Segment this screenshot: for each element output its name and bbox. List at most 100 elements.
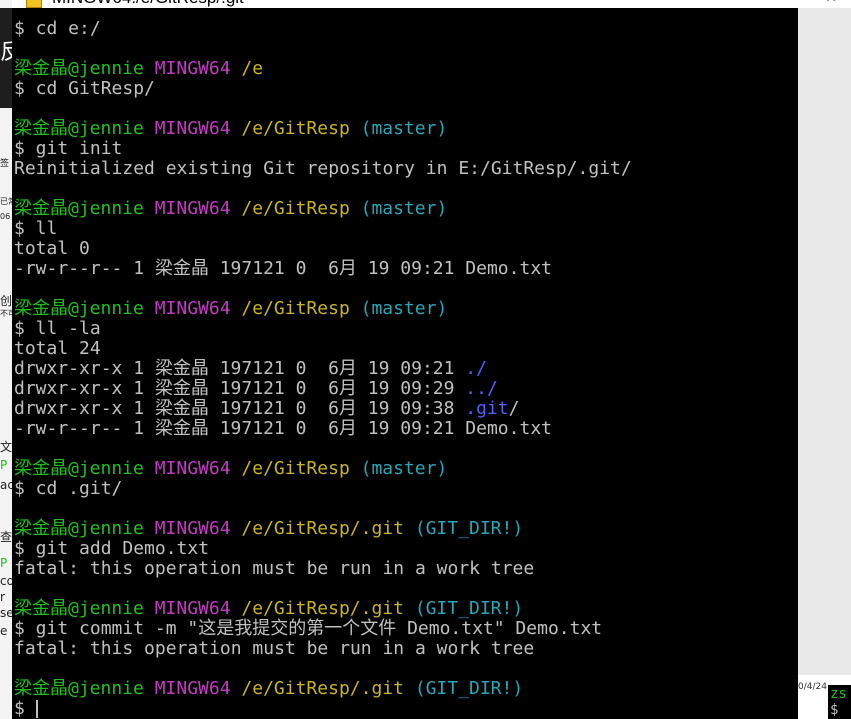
- background-fragment: r: [0, 590, 5, 604]
- prompt-line: 梁金晶@jennie MINGW64 /e/GitResp (master): [14, 119, 447, 139]
- listing-line: drwxr-xr-x 1 梁金晶 197121 0 6月 19 09:38 .g…: [14, 399, 520, 419]
- prompt-host: MINGW64: [154, 678, 231, 699]
- background-fragment: 不可: [0, 309, 12, 318]
- prompt-host: MINGW64: [154, 598, 231, 619]
- output-line: -rw-r--r-- 1 梁金晶 197121 0 6月 19 09:21 De…: [14, 259, 552, 279]
- text-cursor[interactable]: [35, 700, 38, 718]
- prompt-path: /e/GitResp: [241, 118, 350, 139]
- output-text: Reinitialized existing Git repository in…: [14, 158, 632, 179]
- background-fragment: P: [0, 458, 8, 472]
- prompt-user: 梁金晶@jennie: [14, 118, 144, 139]
- background-terminal: zs $: [828, 685, 851, 719]
- directory-name: ../: [465, 378, 498, 399]
- background-fragment: co: [0, 574, 12, 588]
- background-fragment: 文件: [0, 440, 12, 454]
- prompt-user: 梁金晶@jennie: [14, 458, 144, 479]
- prompt-branch: (GIT_DIR!): [414, 518, 524, 539]
- background-fragment: 已常: [0, 197, 12, 206]
- terminal-title-bar[interactable]: MINGW64:/e/GitResp/.git — ✕: [12, 0, 851, 8]
- background-window-right: 0/4/24 zs $: [798, 675, 851, 719]
- directory-name: .git: [465, 398, 509, 419]
- command-text: $ git init: [14, 138, 123, 159]
- output-text: -rw-r--r-- 1 梁金晶 197121 0 6月 19 09:21 De…: [14, 258, 552, 279]
- prompt-branch: (master): [360, 458, 448, 479]
- output-line: Reinitialized existing Git repository in…: [14, 159, 632, 179]
- listing-line: drwxr-xr-x 1 梁金晶 197121 0 6月 19 09:21 ./: [14, 359, 487, 379]
- prompt-line: 梁金晶@jennie MINGW64 /e/GitResp (master): [14, 199, 447, 219]
- prompt-path: /e: [241, 58, 264, 79]
- prompt-line: 梁金晶@jennie MINGW64 /e/GitResp/.git (GIT_…: [14, 679, 523, 699]
- input-prompt: $: [14, 698, 36, 719]
- prompt-branch: (GIT_DIR!): [414, 598, 524, 619]
- background-window-left: 反 签 已常 06 创建 不可 文件 P ac 查存 P co r se e: [0, 0, 12, 719]
- prompt-path: /e/GitResp: [241, 458, 350, 479]
- background-terminal-line: zs: [830, 686, 847, 702]
- command-line: $ git commit -m "这是我提交的第一个文件 Demo.txt" D…: [14, 619, 602, 639]
- background-fragment: ac: [0, 478, 12, 492]
- command-line: $ git init: [14, 139, 122, 159]
- prompt-user: 梁金晶@jennie: [14, 678, 144, 699]
- command-line: $ git add Demo.txt: [14, 539, 209, 559]
- prompt-path: /e/GitResp/.git: [241, 518, 404, 539]
- command-text: $ cd e:/: [14, 18, 101, 39]
- background-date: 0/4/24: [798, 682, 827, 692]
- output-text: fatal: this operation must be run in a w…: [14, 638, 535, 659]
- command-line: $ cd GitResp/: [14, 79, 155, 99]
- prompt-path: /e/GitResp/.git: [241, 598, 404, 619]
- command-text: $ cd .git/: [14, 478, 123, 499]
- minimize-button[interactable]: —: [762, 0, 808, 8]
- background-fragment: se: [0, 606, 12, 620]
- command-text: $ ll -la: [14, 318, 101, 339]
- background-fragment: 06: [0, 212, 11, 221]
- prompt-branch: (master): [360, 118, 448, 139]
- output-text: fatal: this operation must be run in a w…: [14, 558, 535, 579]
- listing-text: drwxr-xr-x 1 梁金晶 197121 0 6月 19 09:21: [14, 358, 466, 379]
- output-text: total 24: [14, 338, 101, 359]
- terminal-output[interactable]: $ cd e:/梁金晶@jennie MINGW64 /e $ cd GitRes…: [12, 8, 798, 719]
- listing-text: drwxr-xr-x 1 梁金晶 197121 0 6月 19 09:29: [14, 378, 466, 399]
- listing-line: drwxr-xr-x 1 梁金晶 197121 0 6月 19 09:29 ..…: [14, 379, 498, 399]
- prompt-path: /e/GitResp: [241, 298, 350, 319]
- prompt-user: 梁金晶@jennie: [14, 598, 144, 619]
- prompt-line: 梁金晶@jennie MINGW64 /e/GitResp/.git (GIT_…: [14, 599, 523, 619]
- background-terminal-line: $: [830, 702, 839, 718]
- command-text: $ git commit -m "这是我提交的第一个文件 Demo.txt" D…: [14, 618, 603, 639]
- prompt-path: /e/GitResp/.git: [241, 678, 404, 699]
- background-fragment: 签: [0, 159, 10, 169]
- prompt-branch: (GIT_DIR!): [414, 678, 524, 699]
- prompt-user: 梁金晶@jennie: [14, 198, 144, 219]
- output-text: total 0: [14, 238, 90, 259]
- prompt-branch: (master): [360, 298, 448, 319]
- output-line: -rw-r--r-- 1 梁金晶 197121 0 6月 19 09:21 De…: [14, 419, 552, 439]
- prompt-host: MINGW64: [154, 298, 231, 319]
- prompt-path: /e/GitResp: [241, 198, 350, 219]
- output-line: fatal: this operation must be run in a w…: [14, 559, 534, 579]
- listing-text: drwxr-xr-x 1 梁金晶 197121 0 6月 19 09:38: [14, 398, 466, 419]
- prompt-host: MINGW64: [154, 198, 231, 219]
- prompt-line: 梁金晶@jennie MINGW64 /e/GitResp (master): [14, 459, 447, 479]
- window-title: MINGW64:/e/GitResp/.git: [52, 0, 244, 8]
- output-line: fatal: this operation must be run in a w…: [14, 639, 534, 659]
- prompt-user: 梁金晶@jennie: [14, 298, 144, 319]
- directory-suffix: /: [508, 398, 520, 419]
- output-line: total 24: [14, 339, 101, 359]
- input-line: $: [14, 699, 38, 719]
- background-fragment: P: [0, 556, 8, 570]
- prompt-host: MINGW64: [154, 118, 231, 139]
- command-text: $ ll: [14, 218, 58, 239]
- background-fragment: 查存: [0, 530, 12, 544]
- mingw-app-icon: [26, 0, 42, 8]
- command-line: $ cd .git/: [14, 479, 122, 499]
- background-fragment: 反: [0, 40, 12, 65]
- prompt-host: MINGW64: [154, 518, 231, 539]
- prompt-line: 梁金晶@jennie MINGW64 /e: [14, 59, 263, 79]
- directory-name: ./: [465, 358, 487, 379]
- background-fragment: 创建: [0, 294, 12, 308]
- command-text: $ git add Demo.txt: [14, 538, 210, 559]
- close-button[interactable]: ✕: [808, 0, 851, 8]
- background-fragment: e: [0, 624, 8, 638]
- prompt-branch: (master): [360, 198, 448, 219]
- prompt-host: MINGW64: [154, 58, 231, 79]
- prompt-user: 梁金晶@jennie: [14, 518, 144, 539]
- prompt-line: 梁金晶@jennie MINGW64 /e/GitResp/.git (GIT_…: [14, 519, 523, 539]
